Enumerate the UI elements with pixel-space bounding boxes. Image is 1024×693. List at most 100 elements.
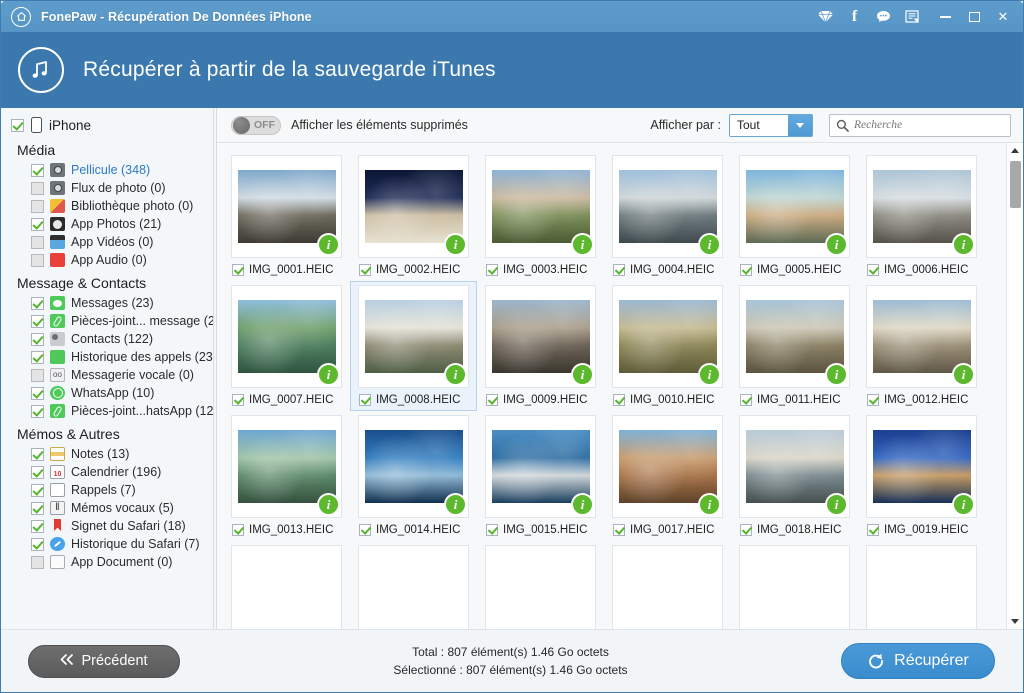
sidebar-item[interactable]: Pellicule (348) — [1, 161, 213, 179]
sidebar-item[interactable]: ≡ Rappels (7) — [1, 481, 213, 499]
info-badge-icon[interactable]: i — [952, 363, 975, 386]
info-badge-icon[interactable]: i — [825, 233, 848, 256]
photo-cell[interactable]: i IMG_0010.HEIC — [604, 281, 731, 411]
sidebar-item[interactable]: Historique des appels (23) — [1, 348, 213, 366]
photo-cell[interactable]: i IMG_0019.HEIC — [858, 411, 985, 541]
photo-checkbox[interactable] — [613, 394, 625, 406]
info-badge-icon[interactable]: i — [444, 233, 467, 256]
sidebar-item[interactable]: 10 Calendrier (196) — [1, 463, 213, 481]
photo-cell[interactable]: i IMG_0008.HEIC — [350, 281, 477, 411]
sidebar-item[interactable]: App Vidéos (0) — [1, 233, 213, 251]
chat-icon[interactable] — [875, 8, 892, 25]
sidebar-item-checkbox[interactable] — [31, 447, 44, 461]
photo-checkbox[interactable] — [867, 394, 879, 406]
sidebar-item[interactable]: App Audio (0) — [1, 251, 213, 269]
sidebar-item-checkbox[interactable] — [31, 465, 44, 479]
photo-checkbox[interactable] — [740, 394, 752, 406]
sidebar-item[interactable]: Signet du Safari (18) — [1, 517, 213, 535]
sidebar-item[interactable]: Historique du Safari (7) — [1, 535, 213, 553]
filter-select[interactable]: Tout — [729, 113, 813, 137]
sidebar-item[interactable]: Notes (13) — [1, 445, 213, 463]
photo-checkbox[interactable] — [740, 264, 752, 276]
sidebar-item-checkbox[interactable] — [31, 296, 44, 310]
photo-cell[interactable]: i IMG_0017.HEIC — [604, 411, 731, 541]
photo-cell-partial[interactable] — [604, 541, 731, 629]
sidebar-item[interactable]: App Document (0) — [1, 553, 213, 571]
chevron-down-icon[interactable] — [788, 114, 812, 136]
sidebar-item[interactable]: Messages (23) — [1, 294, 213, 312]
photo-checkbox[interactable] — [486, 524, 498, 536]
info-badge-icon[interactable]: i — [317, 363, 340, 386]
info-badge-icon[interactable]: i — [571, 493, 594, 516]
photo-cell-partial[interactable] — [223, 541, 350, 629]
photo-checkbox[interactable] — [232, 394, 244, 406]
photo-checkbox[interactable] — [867, 264, 879, 276]
sidebar-item[interactable]: Pièces-joint...hatsApp (12) — [1, 402, 213, 420]
photo-checkbox[interactable] — [359, 394, 371, 406]
photo-checkbox[interactable] — [232, 524, 244, 536]
close-button[interactable]: ✕ — [995, 9, 1011, 25]
sidebar-item[interactable]: oo Messagerie vocale (0) — [1, 366, 213, 384]
photo-checkbox[interactable] — [613, 264, 625, 276]
recover-button[interactable]: Récupérer — [841, 643, 995, 679]
photo-cell[interactable]: i IMG_0006.HEIC — [858, 151, 985, 281]
photo-cell[interactable]: i IMG_0015.HEIC — [477, 411, 604, 541]
info-badge-icon[interactable]: i — [317, 493, 340, 516]
photo-cell[interactable]: i IMG_0004.HEIC — [604, 151, 731, 281]
sidebar-item[interactable]: Contacts (122) — [1, 330, 213, 348]
sidebar-item-checkbox[interactable] — [31, 217, 44, 231]
photo-checkbox[interactable] — [232, 264, 244, 276]
search-box[interactable] — [829, 113, 1011, 137]
sidebar-item-checkbox[interactable] — [31, 555, 44, 569]
photo-checkbox[interactable] — [867, 524, 879, 536]
sidebar-item-checkbox[interactable] — [31, 199, 44, 213]
show-deleted-toggle[interactable]: OFF — [231, 115, 281, 135]
info-badge-icon[interactable]: i — [444, 493, 467, 516]
photo-cell[interactable]: i IMG_0009.HEIC — [477, 281, 604, 411]
search-input[interactable] — [854, 119, 1004, 131]
sidebar-item-checkbox[interactable] — [31, 350, 44, 364]
maximize-button[interactable] — [966, 9, 982, 25]
sidebar-item-checkbox[interactable] — [31, 163, 44, 177]
photo-cell[interactable]: i IMG_0005.HEIC — [731, 151, 858, 281]
info-badge-icon[interactable]: i — [825, 493, 848, 516]
sidebar-item-checkbox[interactable] — [31, 332, 44, 346]
photo-cell-partial[interactable] — [858, 541, 985, 629]
photo-cell[interactable]: i IMG_0001.HEIC — [223, 151, 350, 281]
info-badge-icon[interactable]: i — [698, 493, 721, 516]
photo-cell-partial[interactable] — [477, 541, 604, 629]
sidebar-item-checkbox[interactable] — [31, 368, 44, 382]
photo-checkbox[interactable] — [359, 264, 371, 276]
sidebar-item-checkbox[interactable] — [31, 386, 44, 400]
photo-cell[interactable]: i IMG_0018.HEIC — [731, 411, 858, 541]
previous-button[interactable]: Précédent — [28, 644, 180, 678]
info-badge-icon[interactable]: i — [444, 363, 467, 386]
scroll-down-arrow-icon[interactable] — [1007, 614, 1023, 629]
info-badge-icon[interactable]: i — [952, 493, 975, 516]
sidebar-item-checkbox[interactable] — [31, 314, 44, 328]
info-badge-icon[interactable]: i — [698, 233, 721, 256]
photo-cell[interactable]: i IMG_0014.HEIC — [350, 411, 477, 541]
sidebar-item-checkbox[interactable] — [31, 235, 44, 249]
feedback-icon[interactable] — [904, 8, 921, 25]
sidebar-item[interactable]: ‖ Mémos vocaux (5) — [1, 499, 213, 517]
photo-cell-partial[interactable] — [350, 541, 477, 629]
photo-cell[interactable]: i IMG_0007.HEIC — [223, 281, 350, 411]
home-icon[interactable] — [11, 6, 31, 27]
info-badge-icon[interactable]: i — [571, 363, 594, 386]
gem-icon[interactable] — [817, 8, 834, 25]
sidebar-item-checkbox[interactable] — [31, 483, 44, 497]
sidebar-device-iphone[interactable]: iPhone — [1, 114, 213, 136]
sidebar-item[interactable]: Pièces-joint... message (2) — [1, 312, 213, 330]
sidebar-item[interactable]: Flux de photo (0) — [1, 179, 213, 197]
sidebar-item-checkbox[interactable] — [31, 404, 44, 418]
info-badge-icon[interactable]: i — [952, 233, 975, 256]
sidebar-item[interactable]: WhatsApp (10) — [1, 384, 213, 402]
photo-checkbox[interactable] — [740, 524, 752, 536]
photo-cell-partial[interactable] — [731, 541, 858, 629]
photo-cell[interactable]: i IMG_0002.HEIC — [350, 151, 477, 281]
photo-checkbox[interactable] — [486, 394, 498, 406]
sidebar-item-checkbox[interactable] — [31, 181, 44, 195]
photo-cell[interactable]: i IMG_0013.HEIC — [223, 411, 350, 541]
sidebar-item-checkbox[interactable] — [31, 537, 44, 551]
